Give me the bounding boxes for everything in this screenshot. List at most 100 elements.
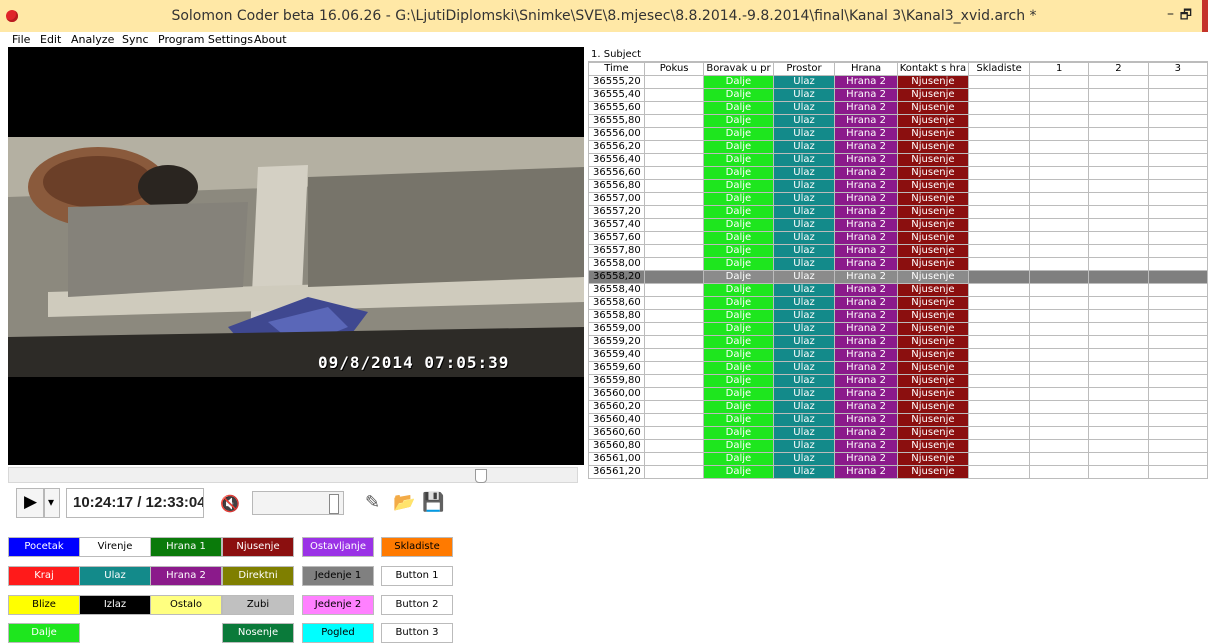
table-cell[interactable]: Njusenje [896, 127, 970, 141]
table-cell[interactable]: Hrana 2 [834, 283, 898, 297]
table-cell[interactable] [968, 465, 1031, 479]
table-cell[interactable] [968, 452, 1031, 466]
table-cell[interactable] [1147, 348, 1208, 362]
table-cell[interactable]: Hrana 2 [834, 114, 898, 128]
table-cell[interactable]: 36558,20 [588, 270, 645, 284]
menu-analyze[interactable]: Analyze [71, 33, 114, 46]
table-cell[interactable]: Ulaz [772, 270, 836, 284]
table-cell[interactable]: 36558,00 [588, 257, 645, 271]
table-cell[interactable]: 36557,00 [588, 192, 645, 206]
table-cell[interactable] [968, 244, 1031, 258]
table-row[interactable]: 36561,20 Dalje Ulaz Hrana 2 Njusenje [588, 465, 1208, 479]
menu-program-settings[interactable]: Program Settings [158, 33, 253, 46]
column-header[interactable]: 2 [1088, 62, 1149, 76]
table-cell[interactable]: Hrana 2 [834, 270, 898, 284]
table-cell[interactable] [1147, 192, 1208, 206]
table-cell[interactable] [1029, 296, 1090, 310]
table-cell[interactable] [1029, 218, 1090, 232]
table-cell[interactable] [1147, 166, 1208, 180]
table-cell[interactable]: Hrana 2 [834, 361, 898, 375]
table-cell[interactable]: Njusenje [896, 387, 970, 401]
table-cell[interactable]: Ulaz [772, 452, 836, 466]
code-button-pocetak[interactable]: Pocetak [8, 537, 80, 557]
table-cell[interactable] [643, 257, 705, 271]
table-cell[interactable]: Dalje [703, 257, 774, 271]
table-cell[interactable] [968, 218, 1031, 232]
table-cell[interactable]: Njusenje [896, 400, 970, 414]
table-cell[interactable]: Ulaz [772, 309, 836, 323]
table-cell[interactable] [1088, 101, 1149, 115]
table-row[interactable]: 36558,40 Dalje Ulaz Hrana 2 Njusenje [588, 283, 1208, 297]
table-cell[interactable] [643, 400, 705, 414]
table-cell[interactable] [1088, 452, 1149, 466]
table-cell[interactable] [1147, 309, 1208, 323]
table-cell[interactable] [968, 426, 1031, 440]
table-cell[interactable] [968, 400, 1031, 414]
table-cell[interactable] [643, 309, 705, 323]
code-button-njusenje[interactable]: Njusenje [222, 537, 294, 557]
column-header[interactable]: Time [588, 62, 645, 76]
table-cell[interactable]: 36559,20 [588, 335, 645, 349]
table-cell[interactable] [968, 153, 1031, 167]
table-cell[interactable] [968, 257, 1031, 271]
table-cell[interactable] [968, 348, 1031, 362]
table-cell[interactable]: Njusenje [896, 361, 970, 375]
table-cell[interactable] [1029, 465, 1090, 479]
pencil-icon[interactable]: ✎ [365, 492, 380, 513]
table-cell[interactable]: Dalje [703, 452, 774, 466]
table-cell[interactable] [1147, 205, 1208, 219]
table-cell[interactable]: 36555,40 [588, 88, 645, 102]
table-cell[interactable]: Njusenje [896, 153, 970, 167]
table-cell[interactable]: Dalje [703, 101, 774, 115]
table-cell[interactable]: Dalje [703, 179, 774, 193]
table-cell[interactable] [968, 114, 1031, 128]
table-row[interactable]: 36558,80 Dalje Ulaz Hrana 2 Njusenje [588, 309, 1208, 323]
table-cell[interactable] [643, 75, 705, 89]
table-cell[interactable]: Hrana 2 [834, 88, 898, 102]
table-cell[interactable] [1029, 166, 1090, 180]
mute-icon[interactable]: 🔇 [220, 494, 240, 513]
table-cell[interactable]: 36557,80 [588, 244, 645, 258]
table-cell[interactable] [1088, 179, 1149, 193]
table-cell[interactable]: 36556,40 [588, 153, 645, 167]
table-cell[interactable] [643, 270, 705, 284]
video-panel[interactable]: 09/8/2014 07:05:39 [8, 47, 584, 465]
table-cell[interactable] [1029, 335, 1090, 349]
table-cell[interactable] [968, 413, 1031, 427]
table-cell[interactable]: Ulaz [772, 205, 836, 219]
table-row[interactable]: 36560,60 Dalje Ulaz Hrana 2 Njusenje [588, 426, 1208, 440]
table-cell[interactable]: Dalje [703, 140, 774, 154]
table-cell[interactable]: Njusenje [896, 270, 970, 284]
table-cell[interactable] [1029, 101, 1090, 115]
table-cell[interactable] [643, 153, 705, 167]
table-cell[interactable] [968, 296, 1031, 310]
table-cell[interactable]: Hrana 2 [834, 166, 898, 180]
code-button-pogled[interactable]: Pogled [302, 623, 374, 643]
table-cell[interactable] [1029, 231, 1090, 245]
table-row[interactable]: 36560,20 Dalje Ulaz Hrana 2 Njusenje [588, 400, 1208, 414]
table-cell[interactable] [1147, 88, 1208, 102]
table-cell[interactable] [1088, 361, 1149, 375]
table-cell[interactable]: Hrana 2 [834, 75, 898, 89]
table-cell[interactable] [643, 218, 705, 232]
table-cell[interactable]: 36561,00 [588, 452, 645, 466]
table-row[interactable]: 36556,20 Dalje Ulaz Hrana 2 Njusenje [588, 140, 1208, 154]
table-cell[interactable]: 36560,80 [588, 439, 645, 453]
table-cell[interactable]: Ulaz [772, 75, 836, 89]
table-row[interactable]: 36559,80 Dalje Ulaz Hrana 2 Njusenje [588, 374, 1208, 388]
table-cell[interactable]: 36560,00 [588, 387, 645, 401]
table-row[interactable]: 36558,60 Dalje Ulaz Hrana 2 Njusenje [588, 296, 1208, 310]
table-cell[interactable] [1029, 88, 1090, 102]
table-cell[interactable] [1147, 296, 1208, 310]
table-cell[interactable]: 36557,60 [588, 231, 645, 245]
table-cell[interactable]: Njusenje [896, 244, 970, 258]
table-cell[interactable]: Njusenje [896, 192, 970, 206]
close-button[interactable] [1202, 0, 1208, 32]
code-button-virenje[interactable]: Virenje [79, 537, 151, 557]
table-cell[interactable]: Njusenje [896, 205, 970, 219]
table-cell[interactable]: Hrana 2 [834, 257, 898, 271]
table-row[interactable]: 36556,80 Dalje Ulaz Hrana 2 Njusenje [588, 179, 1208, 193]
table-cell[interactable]: Hrana 2 [834, 218, 898, 232]
table-cell[interactable]: Hrana 2 [834, 127, 898, 141]
table-cell[interactable]: Dalje [703, 361, 774, 375]
